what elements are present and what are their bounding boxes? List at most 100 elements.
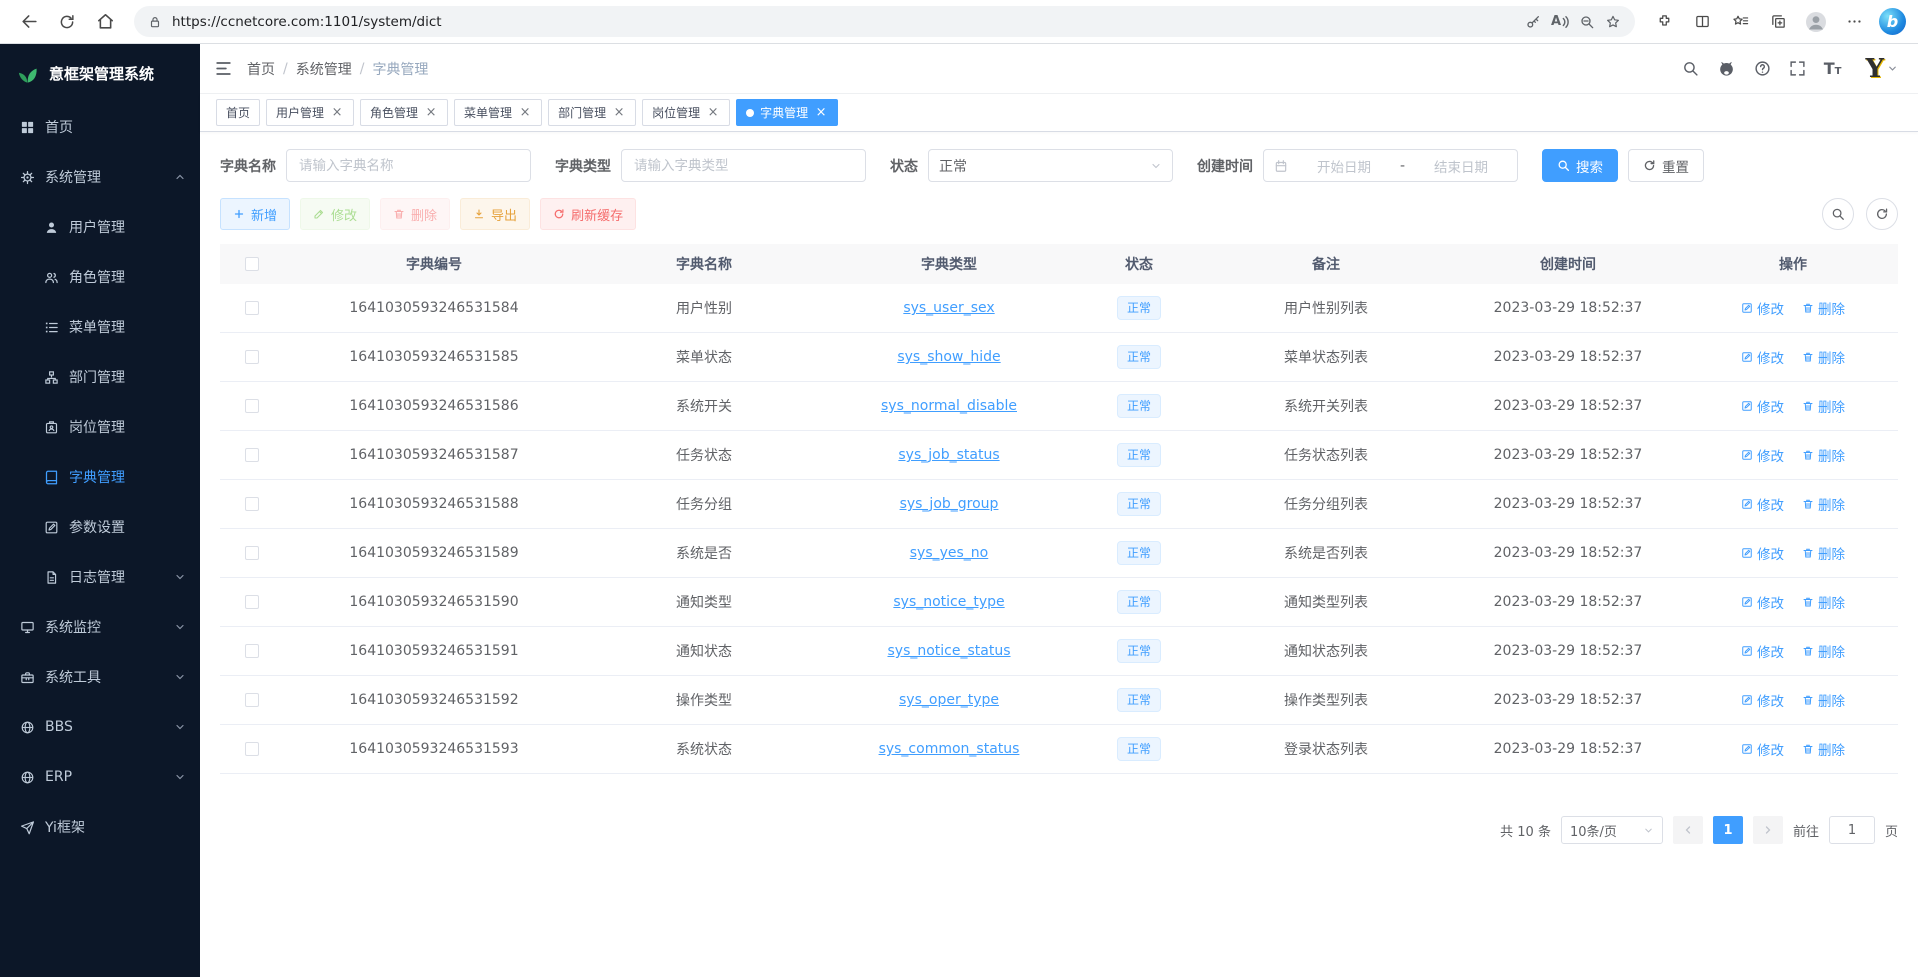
row-delete-link[interactable]: 删除 [1802,445,1845,465]
sidebar-item-yi-framework[interactable]: Yi框架 [0,802,200,852]
prev-page-button[interactable] [1673,816,1703,844]
fullscreen-icon[interactable] [1789,60,1806,77]
profile-avatar[interactable] [1799,6,1833,38]
row-checkbox[interactable] [245,546,259,560]
collections-icon[interactable] [1761,6,1795,38]
sidebar-item-system[interactable]: 系统管理 [0,152,200,202]
row-delete-link[interactable]: 删除 [1802,347,1845,367]
dict-type-link[interactable]: sys_user_sex [903,300,994,316]
split-screen-icon[interactable] [1685,6,1719,38]
dict-type-link[interactable]: sys_notice_type [893,594,1004,610]
row-edit-link[interactable]: 修改 [1741,494,1784,514]
tab-home[interactable]: 首页 [216,99,260,126]
row-checkbox[interactable] [245,693,259,707]
row-edit-link[interactable]: 修改 [1741,396,1784,416]
sidebar-item-params[interactable]: 参数设置 [0,502,200,552]
row-delete-link[interactable]: 删除 [1802,690,1845,710]
row-delete-link[interactable]: 删除 [1802,739,1845,759]
select-all-checkbox[interactable] [245,257,259,271]
row-delete-link[interactable]: 删除 [1802,641,1845,661]
password-key-icon[interactable] [1525,14,1541,30]
close-icon[interactable]: × [706,106,720,120]
more-menu-icon[interactable] [1837,6,1871,38]
sidebar-item-logs[interactable]: 日志管理 [0,552,200,602]
browser-home-button[interactable] [88,6,122,38]
row-edit-link[interactable]: 修改 [1741,347,1784,367]
browser-back-button[interactable] [12,6,46,38]
user-avatar-menu[interactable]: Y [1865,56,1898,82]
date-range-picker[interactable]: 开始日期 - 结束日期 [1263,149,1518,182]
row-checkbox[interactable] [245,301,259,315]
row-delete-link[interactable]: 删除 [1802,298,1845,318]
sidebar-item-tools[interactable]: 系统工具 [0,652,200,702]
row-delete-link[interactable]: 删除 [1802,592,1845,612]
close-icon[interactable]: × [518,106,532,120]
row-checkbox[interactable] [245,595,259,609]
row-edit-link[interactable]: 修改 [1741,641,1784,661]
sidebar-item-posts[interactable]: 岗位管理 [0,402,200,452]
row-checkbox[interactable] [245,399,259,413]
sidebar-fold-icon[interactable] [214,59,233,78]
sidebar-item-roles[interactable]: 角色管理 [0,252,200,302]
tab-dict[interactable]: 字典管理× [736,99,838,126]
row-checkbox[interactable] [245,448,259,462]
dict-type-link[interactable]: sys_normal_disable [881,398,1017,414]
tab-departments[interactable]: 部门管理× [548,99,636,126]
toggle-search-button[interactable] [1822,198,1854,230]
sidebar-item-users[interactable]: 用户管理 [0,202,200,252]
close-icon[interactable]: × [814,106,828,120]
row-checkbox[interactable] [245,644,259,658]
favorite-star-icon[interactable] [1605,14,1621,30]
dict-type-link[interactable]: sys_show_hide [897,349,1000,365]
row-delete-link[interactable]: 删除 [1802,396,1845,416]
next-page-button[interactable] [1753,816,1783,844]
font-size-icon[interactable]: TT [1824,61,1842,77]
tab-menus[interactable]: 菜单管理× [454,99,542,126]
close-icon[interactable]: × [612,106,626,120]
read-aloud-icon[interactable]: A [1551,14,1569,29]
favorites-icon[interactable] [1723,6,1757,38]
tab-roles[interactable]: 角色管理× [360,99,448,126]
row-checkbox[interactable] [245,742,259,756]
goto-page-input[interactable] [1829,816,1875,844]
reset-button[interactable]: 重置 [1628,149,1704,182]
status-select[interactable]: 正常 [928,149,1173,182]
sidebar-item-home[interactable]: 首页 [0,102,200,152]
dict-type-link[interactable]: sys_common_status [879,741,1020,757]
add-button[interactable]: 新增 [220,198,290,230]
browser-refresh-button[interactable] [50,6,84,38]
extensions-icon[interactable] [1647,6,1681,38]
sidebar-item-menus[interactable]: 菜单管理 [0,302,200,352]
help-icon[interactable] [1754,60,1771,77]
row-delete-link[interactable]: 删除 [1802,543,1845,563]
address-bar[interactable]: https://ccnetcore.com:1101/system/dict A [134,6,1635,37]
row-edit-link[interactable]: 修改 [1741,690,1784,710]
sidebar-item-bbs[interactable]: BBS [0,702,200,752]
bing-button[interactable]: b [1879,8,1906,35]
dict-name-input[interactable] [286,149,531,182]
zoom-out-icon[interactable] [1579,14,1595,30]
row-edit-link[interactable]: 修改 [1741,298,1784,318]
row-checkbox[interactable] [245,497,259,511]
dict-type-input[interactable] [621,149,866,182]
breadcrumb-item-home[interactable]: 首页 [247,59,275,79]
dict-type-link[interactable]: sys_job_group [900,496,999,512]
tab-users[interactable]: 用户管理× [266,99,354,126]
current-page-button[interactable]: 1 [1713,816,1743,844]
github-icon[interactable] [1717,59,1736,78]
delete-button[interactable]: 删除 [380,198,450,230]
tab-posts[interactable]: 岗位管理× [642,99,730,126]
row-edit-link[interactable]: 修改 [1741,543,1784,563]
row-delete-link[interactable]: 删除 [1802,494,1845,514]
refresh-table-button[interactable] [1866,198,1898,230]
sidebar-item-monitor[interactable]: 系统监控 [0,602,200,652]
row-edit-link[interactable]: 修改 [1741,592,1784,612]
sidebar-item-erp[interactable]: ERP [0,752,200,802]
close-icon[interactable]: × [330,106,344,120]
header-search-icon[interactable] [1682,60,1699,77]
page-size-select[interactable]: 10条/页 [1561,816,1663,844]
row-edit-link[interactable]: 修改 [1741,739,1784,759]
breadcrumb-item-system[interactable]: 系统管理 [296,59,352,79]
edit-button[interactable]: 修改 [300,198,370,230]
row-edit-link[interactable]: 修改 [1741,445,1784,465]
